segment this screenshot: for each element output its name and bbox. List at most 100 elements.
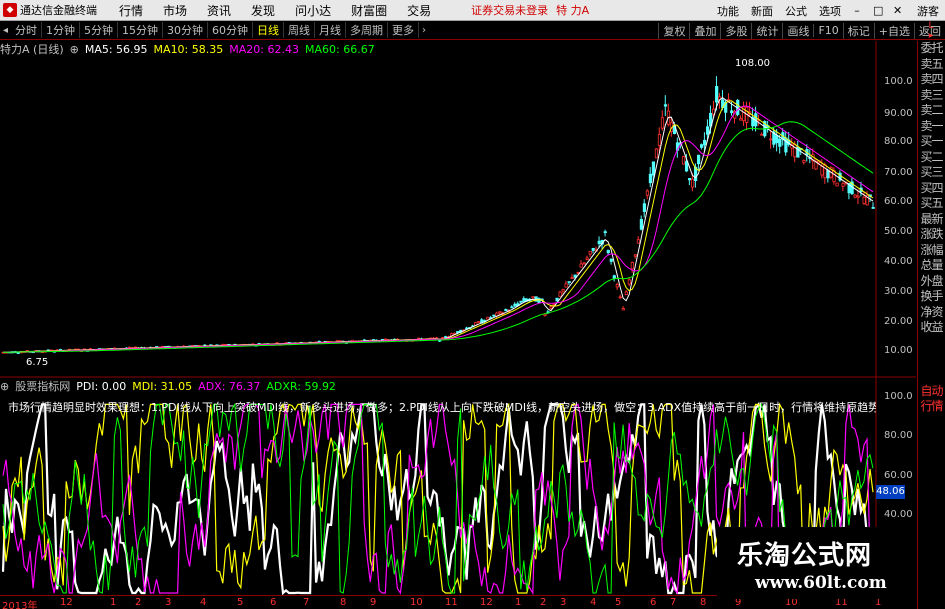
candle: [561, 289, 565, 292]
side-panel: 委托 卖五 卖四 卖三 卖二 卖一 买一 买二 买三 买四 买五 最新 涨跌 涨…: [917, 41, 945, 609]
side-item-outer[interactable]: 外盘: [918, 274, 945, 290]
candle: [606, 250, 610, 254]
side-item-ask3[interactable]: 卖三: [918, 88, 945, 104]
candle: [633, 254, 637, 257]
date-tick: 5: [615, 597, 622, 608]
candle: [498, 311, 502, 314]
candle: [567, 281, 571, 284]
side-item-bid5[interactable]: 买五: [918, 196, 945, 212]
candle: [570, 277, 574, 279]
side-item-bid2[interactable]: 买二: [918, 150, 945, 166]
candle: [555, 297, 559, 302]
side-item-latest[interactable]: 最新: [918, 212, 945, 228]
candle: [630, 262, 634, 270]
side-item-net-asset[interactable]: 净资: [918, 305, 945, 321]
ma60-line: [2, 121, 874, 353]
candle: [703, 139, 707, 146]
side-item-bid3[interactable]: 买三: [918, 165, 945, 181]
ma20-value: MA20: 62.43: [229, 42, 299, 56]
side-item-change-pct[interactable]: 涨幅: [918, 243, 945, 259]
side-item-volume[interactable]: 总量: [918, 258, 945, 274]
ma60-value: MA60: 66.67: [304, 42, 375, 56]
candle: [700, 144, 704, 148]
side-item-ask5[interactable]: 卖五: [918, 57, 945, 73]
chart-canvas[interactable]: [0, 0, 945, 609]
date-tick: 6: [270, 597, 277, 608]
candle: [784, 137, 788, 153]
candle: [696, 154, 701, 165]
candle: [684, 161, 689, 172]
side-item-ask2[interactable]: 卖二: [918, 103, 945, 119]
indicator-tick: 60.00: [884, 470, 913, 481]
date-tick: 3: [165, 597, 172, 608]
date-tick: 1: [110, 597, 117, 608]
settings-icon[interactable]: ⊕: [70, 43, 79, 56]
candle: [862, 196, 866, 204]
candle: [564, 283, 568, 288]
indicator-current-value: 48.06: [876, 485, 905, 499]
indicator-tick: 40.00: [884, 509, 913, 520]
mdi-value: MDI: 31.05: [132, 379, 193, 393]
indicator-tick: 100.0: [884, 391, 913, 402]
candle: [651, 161, 656, 176]
candle: [690, 178, 695, 188]
stock-label: 特力A (日线): [0, 43, 64, 56]
candle: [687, 178, 692, 181]
candle: [648, 173, 653, 184]
side-item-ask4[interactable]: 卖四: [918, 72, 945, 88]
candle: [636, 239, 640, 244]
candle: [513, 303, 517, 307]
side-panel-top-label: L: [928, 21, 934, 31]
candle: [730, 110, 734, 114]
price-plot[interactable]: [1, 76, 875, 354]
watermark: 乐淘公式网 www.60lt.com: [717, 527, 917, 599]
ma5-value: MA5: 56.95: [84, 42, 148, 56]
price-tick: 60.00: [884, 196, 913, 207]
date-tick: 8: [340, 597, 347, 608]
side-item-order[interactable]: 委托: [918, 41, 945, 57]
low-price-label: 6.75: [26, 357, 49, 368]
date-tick: 4: [590, 597, 597, 608]
candle: [519, 300, 523, 303]
candle: [654, 148, 659, 159]
side-item-bid4[interactable]: 买四: [918, 181, 945, 197]
candle: [760, 133, 764, 136]
date-tick: 12: [480, 597, 493, 608]
ma10-line: [2, 100, 874, 353]
candle: [853, 194, 857, 198]
pdi-value: PDI: 0.00: [76, 379, 127, 393]
candle: [820, 165, 824, 176]
price-tick: 100.0: [884, 76, 913, 87]
date-tick: 11: [445, 597, 458, 608]
candle: [591, 247, 595, 251]
candle: [597, 240, 601, 245]
side-item-quote[interactable]: 行情: [918, 399, 945, 415]
candle: [573, 274, 577, 278]
watermark-url: www.60lt.com: [755, 573, 887, 593]
price-tick: 50.00: [884, 226, 913, 237]
side-panel-corner[interactable]: L ▸: [917, 21, 945, 41]
candle: [618, 296, 622, 299]
candle: [504, 308, 508, 312]
side-item-ask1[interactable]: 卖一: [918, 119, 945, 135]
side-item-turnover[interactable]: 换手: [918, 289, 945, 305]
candle: [510, 306, 514, 309]
indicator-description: 市场行情趋明显时效果理想：1.PDI线从下向上突破MDI线，新多头进场，做多；2…: [8, 401, 876, 414]
price-tick: 20.00: [884, 316, 913, 327]
side-item-bid1[interactable]: 买一: [918, 134, 945, 150]
indicator-name[interactable]: 股票指标网: [15, 378, 70, 394]
date-tick: 7: [670, 597, 677, 608]
candle: [579, 263, 583, 268]
indicator-tick: 80.00: [884, 430, 913, 441]
candle: [582, 262, 586, 265]
side-item-auto[interactable]: 自动: [918, 384, 945, 400]
candle: [645, 190, 650, 196]
side-item-change[interactable]: 涨跌: [918, 227, 945, 243]
candle: [543, 313, 547, 316]
settings-icon[interactable]: ⊕: [0, 380, 9, 393]
candle: [715, 86, 719, 103]
candle: [621, 308, 625, 311]
side-item-earnings[interactable]: 收益: [918, 320, 945, 336]
candle: [522, 298, 526, 302]
candle: [778, 138, 782, 147]
